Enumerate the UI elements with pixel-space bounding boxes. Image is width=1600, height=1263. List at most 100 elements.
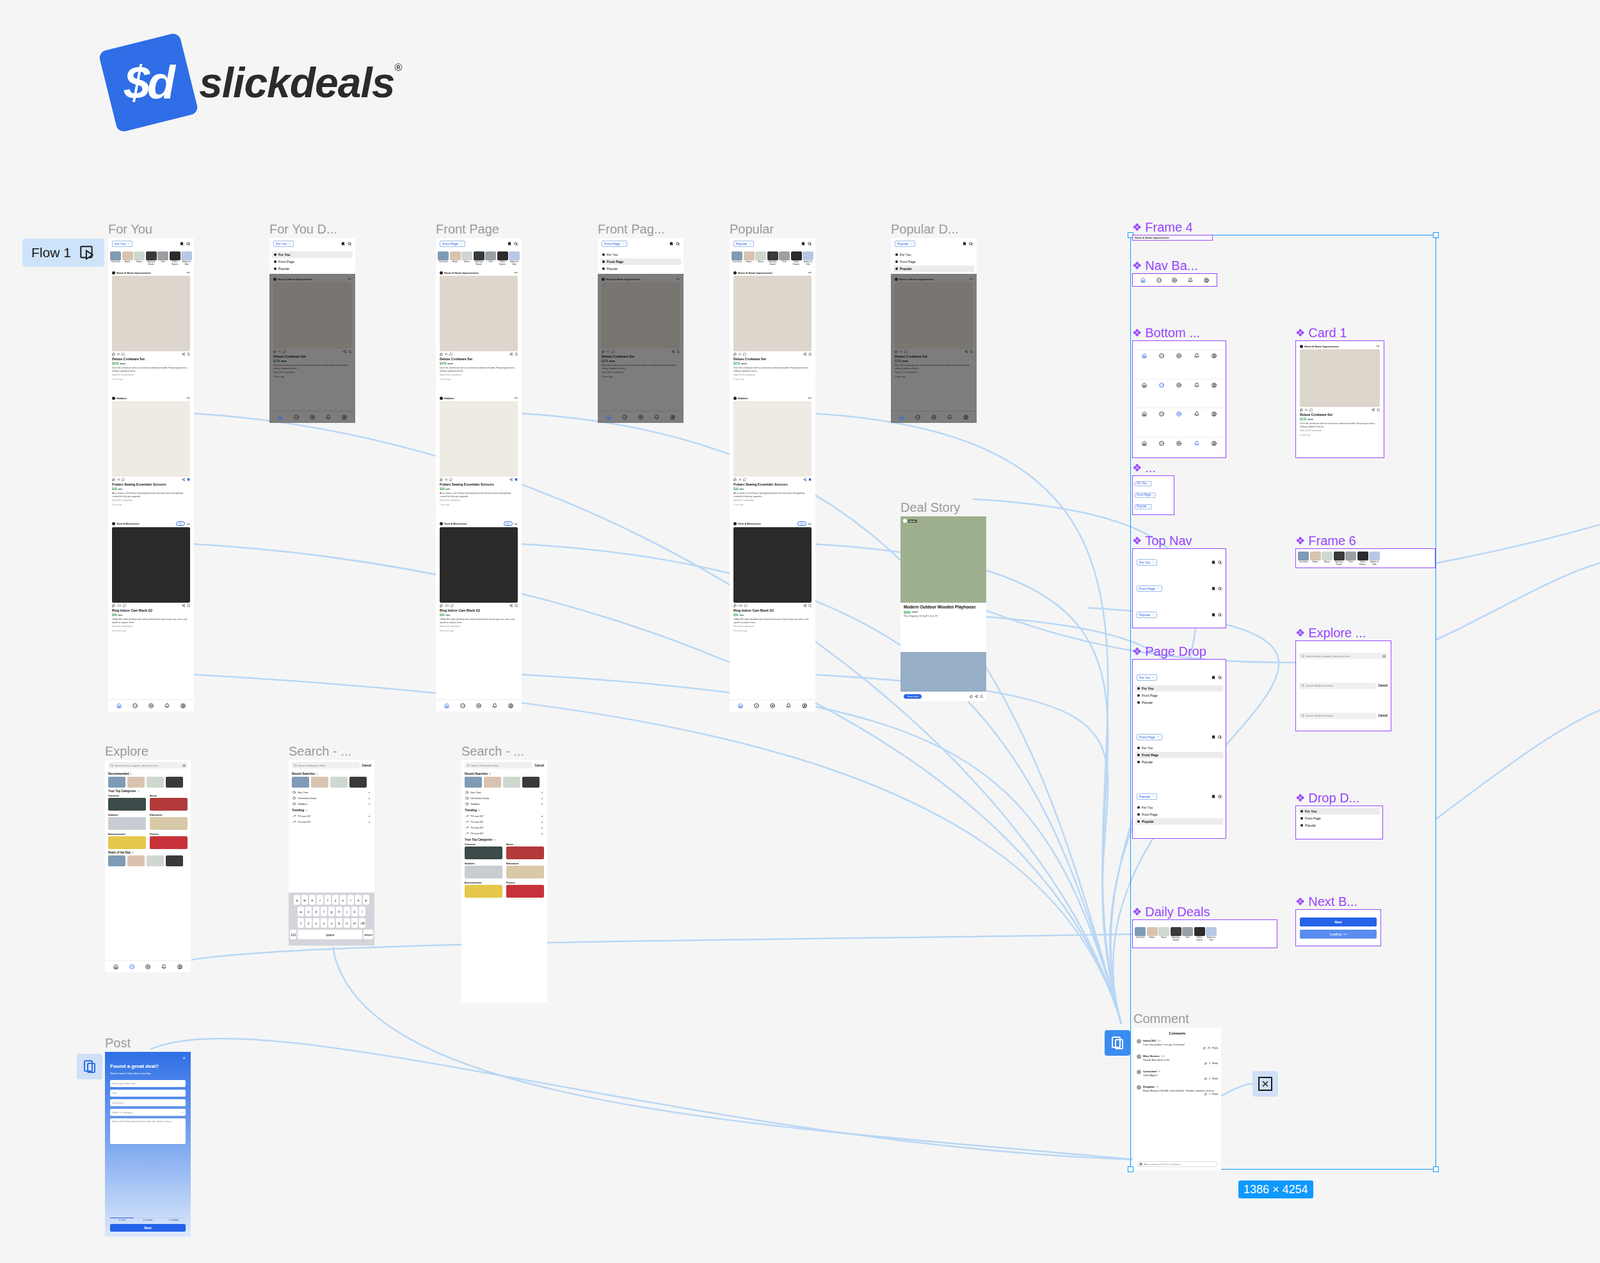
section-title[interactable]: Trending (288, 807, 375, 814)
like-icon[interactable] (894, 350, 898, 354)
view-comments[interactable]: View all 10 comments (439, 373, 518, 377)
bookmark-icon[interactable] (1211, 675, 1216, 680)
daily-deal[interactable]: Sporting Goods (473, 251, 485, 266)
dropdown-option[interactable]: Popular (600, 265, 681, 272)
card-category[interactable]: Home & Home Improvement (277, 277, 313, 281)
daily-deal[interactable]: Home (122, 251, 134, 266)
like-icon[interactable] (1204, 1062, 1208, 1065)
profile-icon[interactable] (1211, 353, 1217, 359)
daily-deal[interactable]: Your Deal (437, 251, 449, 266)
bookmark-icon[interactable] (801, 241, 806, 246)
deal-thumb[interactable] (522, 776, 540, 788)
page-dropdown[interactable]: Popular (1136, 793, 1158, 800)
profile-icon[interactable] (1211, 382, 1217, 388)
close-overlay-icon[interactable] (1252, 1071, 1279, 1097)
share-icon[interactable] (671, 350, 675, 354)
alerts-icon[interactable] (785, 703, 792, 709)
alerts-icon[interactable] (161, 964, 167, 970)
story-photo[interactable]: deals (900, 516, 987, 603)
category-select[interactable]: Select a Category (110, 1109, 186, 1117)
alerts-icon[interactable] (947, 414, 953, 420)
explore-icon[interactable] (1159, 411, 1165, 417)
deal-thumb[interactable] (464, 776, 482, 788)
search-row[interactable]: TV over 65" (288, 813, 375, 820)
section-title[interactable]: Your Top Categories (461, 836, 548, 843)
comment-icon[interactable] (122, 604, 127, 608)
card-category[interactable]: Hobbies (116, 396, 127, 400)
key[interactable]: t (324, 895, 331, 905)
key[interactable]: 123 (289, 929, 297, 940)
daily-deal[interactable]: Sporting Goods (1333, 551, 1345, 566)
more-icon[interactable] (807, 270, 812, 275)
component-frame[interactable] (1132, 273, 1218, 287)
daily-deal[interactable]: Babies & Kids (802, 251, 814, 266)
component-label[interactable]: ❖Drop D... (1295, 790, 1384, 806)
daily-deal[interactable]: Video Games (1194, 927, 1206, 942)
story-photo-2[interactable] (900, 652, 987, 692)
page-dropdown[interactable]: Popular (1136, 611, 1158, 619)
dropdown-option[interactable]: For You (1135, 685, 1224, 692)
camera-icon[interactable] (182, 764, 186, 768)
profile-icon[interactable] (508, 703, 514, 709)
page-pill[interactable]: Front Page (1134, 492, 1156, 498)
key[interactable]: l (359, 906, 366, 917)
bookmark-icon[interactable] (1211, 586, 1216, 591)
card-category[interactable]: Home & Home Improvement (737, 271, 773, 275)
daily-deal[interactable]: Home (449, 251, 461, 266)
category-tile[interactable]: Autos (149, 794, 188, 811)
deal-card[interactable]: Tech & ElectronicsJoin123Ring Indoor Cam… (435, 518, 522, 644)
reply-button[interactable]: Reply (1212, 1062, 1218, 1065)
bookmark-icon[interactable] (186, 478, 191, 482)
deal-image[interactable] (112, 275, 191, 352)
reply-button[interactable]: Reply (1212, 1047, 1218, 1050)
deal-card[interactable]: Home & Home Improvement55Deluxe Cookware… (890, 273, 977, 381)
bookmark-icon[interactable] (1376, 408, 1380, 412)
view-comments[interactable]: View all 10 comments (1299, 429, 1380, 433)
deal-title[interactable]: Deluxe Cookware Set (273, 354, 352, 359)
search-icon[interactable] (1217, 613, 1222, 617)
alerts-icon[interactable] (325, 414, 331, 420)
dropdown-option[interactable]: Front Page (272, 258, 353, 265)
bookmark-icon[interactable] (808, 352, 812, 356)
device-frame-icon[interactable] (1104, 1030, 1131, 1056)
component-frame[interactable]: For YouFront PagePopular (1295, 805, 1384, 840)
search-row[interactable]: Gas Trim (461, 789, 548, 796)
bookmark-icon[interactable] (669, 241, 674, 246)
more-icon[interactable] (513, 522, 518, 527)
comment-icon[interactable] (449, 478, 453, 482)
card-category[interactable]: Home & Home Improvement (444, 271, 479, 275)
explore-icon[interactable] (1156, 277, 1162, 283)
alerts-icon[interactable] (1194, 353, 1200, 359)
daily-deal[interactable]: Shoes (755, 251, 767, 266)
dropdown-option[interactable]: For You (1135, 744, 1224, 752)
view-comments[interactable]: View all 10 comments (112, 373, 191, 377)
feed-screen[interactable]: Front PageYour DealHomeShoesSporting Goo… (435, 238, 522, 712)
camera-icon[interactable] (1382, 654, 1386, 658)
category-tile[interactable]: Fitness (506, 881, 544, 898)
search-icon[interactable] (513, 241, 518, 246)
daily-deal[interactable]: Shoes (133, 251, 145, 266)
profile-icon[interactable] (341, 414, 347, 420)
deal-image[interactable] (112, 401, 191, 477)
category-tile[interactable]: Entertainment (108, 832, 146, 850)
bookmark-icon[interactable] (969, 350, 973, 354)
like-icon[interactable] (112, 604, 116, 608)
daily-deal[interactable]: Video Games (169, 251, 181, 266)
view-comments[interactable]: View all 5 comments (439, 499, 518, 503)
dropdown-option[interactable]: Popular (893, 265, 975, 272)
deal-thumb[interactable] (311, 776, 329, 788)
search-icon[interactable] (347, 241, 352, 246)
component-label[interactable]: ❖Frame 4 (1132, 219, 1213, 235)
remove-icon[interactable] (368, 797, 371, 800)
category-tile[interactable]: Cameras (464, 842, 503, 860)
page-pill[interactable]: Popular (1134, 504, 1152, 510)
explore-icon[interactable] (460, 703, 466, 709)
search-row[interactable]: Toddlers (461, 801, 548, 808)
daily-deal[interactable]: Sporting Goods (1170, 927, 1182, 942)
deal-card[interactable]: Home & Home Improvement55Deluxe Cookware… (108, 267, 194, 393)
frame-label[interactable]: Front Page (435, 221, 522, 237)
dropdown-option[interactable]: Front Page (1298, 815, 1380, 822)
comment-icon[interactable] (121, 478, 125, 482)
explore-icon[interactable] (1159, 440, 1165, 447)
share-icon[interactable] (964, 350, 968, 354)
